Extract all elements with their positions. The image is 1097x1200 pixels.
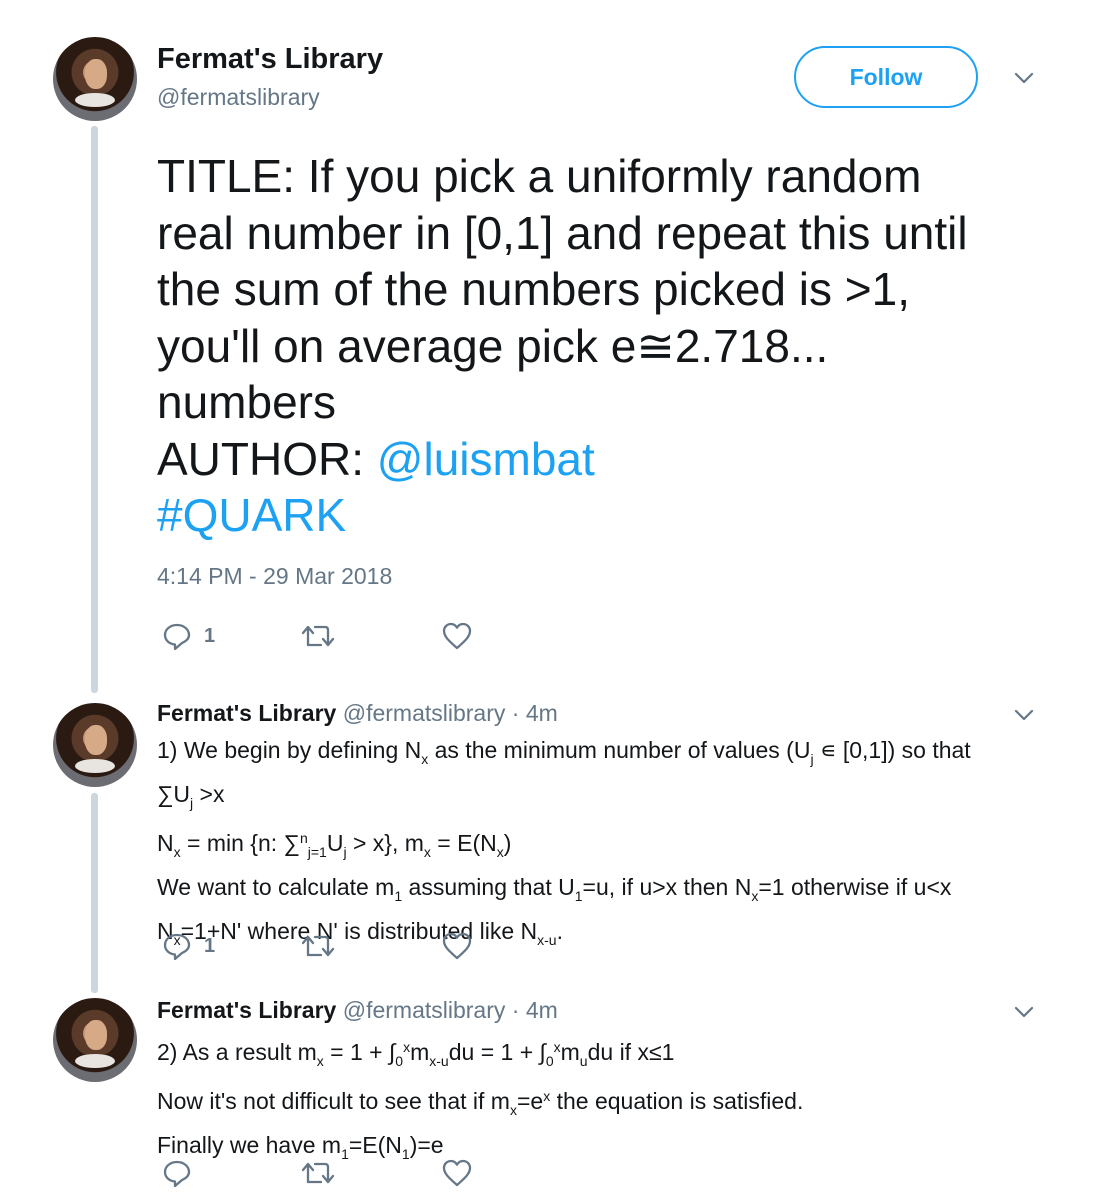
reply-1-time[interactable]: · 4m xyxy=(512,700,558,726)
reply-icon xyxy=(163,933,191,961)
chevron-down-icon[interactable] xyxy=(1013,1001,1035,1023)
tweet-timestamp[interactable]: 4:14 PM - 29 Mar 2018 xyxy=(157,563,392,590)
chevron-down-icon[interactable] xyxy=(1013,704,1035,726)
reply-icon xyxy=(163,623,191,651)
reply-icon xyxy=(163,1160,191,1188)
chevron-down-icon[interactable] xyxy=(1013,67,1035,89)
reply-2-like-action[interactable] xyxy=(442,1159,472,1187)
like-icon xyxy=(442,932,472,960)
reply-2-handle[interactable]: @fermatslibrary xyxy=(343,997,506,1023)
retweet-icon xyxy=(301,625,335,647)
reply-1-retweet-action[interactable] xyxy=(301,933,335,959)
reply-action[interactable]: 1 xyxy=(162,621,215,651)
reply-1-reply-action[interactable]: 1 xyxy=(162,931,215,961)
reply-1-handle[interactable]: @fermatslibrary xyxy=(343,700,506,726)
like-action[interactable] xyxy=(442,622,472,650)
thread-line-2 xyxy=(91,793,98,993)
like-icon xyxy=(442,1159,472,1187)
author-mention-link[interactable]: @luismbat xyxy=(377,433,595,485)
author-handle[interactable]: @fermatslibrary xyxy=(157,84,320,111)
hashtag-link[interactable]: #QUARK xyxy=(157,487,1057,544)
author-name[interactable]: Fermat's Library xyxy=(157,43,383,76)
reply-2-retweet-action[interactable] xyxy=(301,1160,335,1186)
reply-2-avatar[interactable] xyxy=(53,998,137,1082)
reply-1-text: 1) We begin by defining Nx as the minimu… xyxy=(157,737,971,948)
reply-1-reply-count: 1 xyxy=(204,934,216,957)
reply-1-like-action[interactable] xyxy=(442,932,472,960)
reply-2-text: 2) As a result mx = 1 + ∫0xmx-udu = 1 + … xyxy=(157,1039,804,1162)
reply-1-avatar[interactable] xyxy=(53,703,137,787)
reply-2-time[interactable]: · 4m xyxy=(512,997,558,1023)
like-icon xyxy=(442,622,472,650)
reply-1-header: Fermat's Library @fermatslibrary · 4m xyxy=(157,700,558,727)
tweet-text: TITLE: If you pick a uniformly random re… xyxy=(157,148,1057,544)
author-avatar[interactable] xyxy=(53,37,137,121)
follow-button[interactable]: Follow xyxy=(794,46,978,108)
reply-1-name[interactable]: Fermat's Library xyxy=(157,700,336,726)
reply-count: 1 xyxy=(204,624,216,647)
reply-2-name[interactable]: Fermat's Library xyxy=(157,997,336,1023)
reply-2-reply-action[interactable] xyxy=(162,1158,192,1188)
reply-2-header: Fermat's Library @fermatslibrary · 4m xyxy=(157,997,558,1024)
retweet-icon xyxy=(301,1162,335,1184)
thread-line xyxy=(91,126,98,693)
retweet-action[interactable] xyxy=(301,623,335,649)
retweet-icon xyxy=(301,935,335,957)
